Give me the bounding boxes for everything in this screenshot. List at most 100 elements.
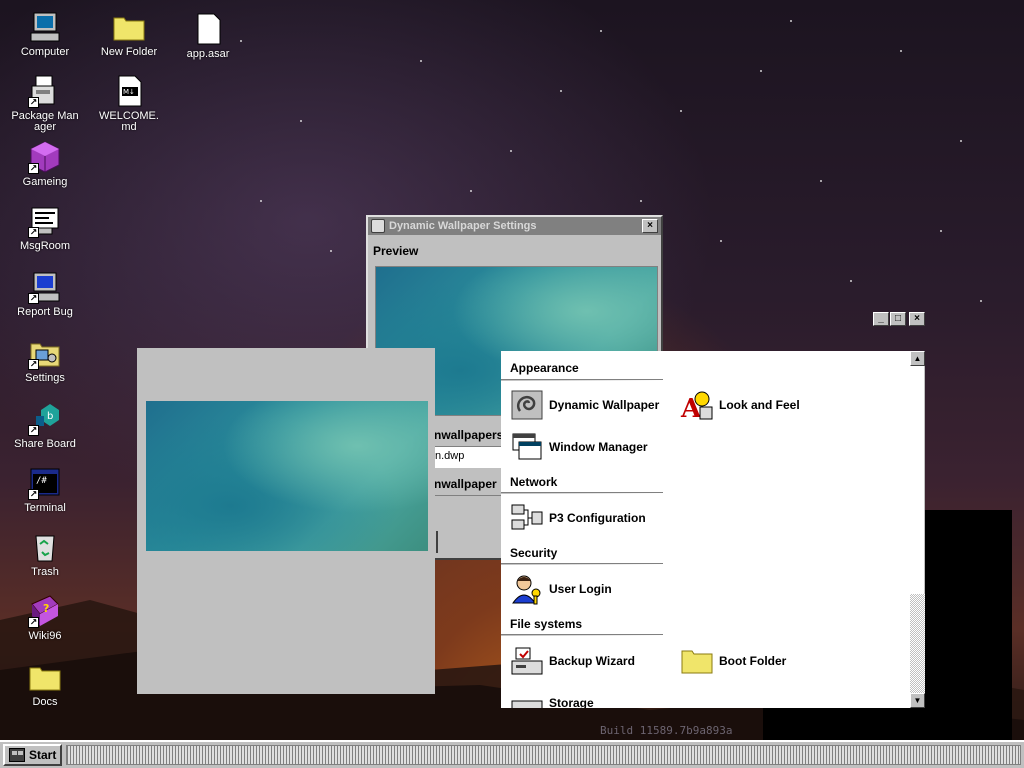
backup-wizard-icon [510,645,544,677]
close-icon: × [914,313,920,324]
terminal-prompt-glyph: /# [36,476,47,486]
markdown-file-icon: M↓ [112,74,146,108]
settings-item-look-and-feel[interactable]: A Look and Feel [680,389,800,424]
desktop-icon-label: Report Bug [17,306,73,318]
start-label: Start [29,748,57,762]
settings-item-label: Boot Folder [719,654,787,668]
file-icon [191,12,225,46]
settings-icon: ↗ [28,336,62,370]
desktop-icon-gameing[interactable]: ↗ Gameing [11,140,79,188]
settings-item-backup-wizard[interactable]: Backup Wizard [510,645,635,677]
window-title: Dynamic Wallpaper Settings [389,220,537,232]
desktop-icon-label: Terminal [24,502,66,514]
desktop-icon-app-asar[interactable]: app.asar [174,12,242,60]
desktop-icon-label: Gameing [22,176,68,188]
scroll-down-button[interactable]: ▼ [910,693,925,708]
settings-item-label: Window Manager [549,440,648,454]
start-button[interactable]: Start [3,744,63,766]
settings-item-boot-folder[interactable]: Boot Folder [680,645,786,677]
wallpaper-second-label: nwallpaper [434,477,497,491]
settings-panel[interactable]: Appearance Dynamic Wallpaper A Look and … [501,351,925,708]
msgroom-icon: ↗ [28,204,62,238]
build-watermark: Build 11589.7b9a893a [600,724,733,737]
svg-text:M↓: M↓ [123,88,135,96]
share-board-icon: b ↗ [28,402,62,436]
scroll-up-button[interactable]: ▲ [910,351,925,366]
settings-scrollbar[interactable]: ▲ ▼ [910,351,925,708]
desktop-icon-msgroom[interactable]: ↗ MsgRoom [11,204,79,252]
desktop-icon-wiki96[interactable]: ? ↗ Wiki96 [11,594,79,642]
desktop-icon-label: New Folder [100,46,158,58]
settings-item-label: Dynamic Wallpaper [549,398,660,412]
desktop-icon-docs[interactable]: Docs [11,660,79,708]
svg-text:?: ? [43,602,49,615]
wallpaper-path-input[interactable]: n.dwp [432,446,503,468]
minimize-button[interactable]: _ [873,312,889,326]
shortcut-arrow-icon: ↗ [28,359,39,370]
package-icon: ↗ [28,74,62,108]
folder-icon [680,645,714,677]
desktop-icon-share-board[interactable]: b ↗ Share Board [11,402,79,450]
close-button[interactable]: × [642,219,658,233]
shortcut-arrow-icon: ↗ [28,97,39,108]
close-icon: × [647,220,653,231]
shortcut-arrow-icon: ↗ [28,489,39,500]
maximize-button[interactable]: □ [890,312,906,326]
settings-item-user-login[interactable]: User Login [510,573,612,605]
close-button[interactable]: × [909,312,925,326]
settings-item-label: User Login [549,582,612,596]
folder-icon [112,10,146,44]
settings-item-dynamic-wallpaper[interactable]: Dynamic Wallpaper [510,389,659,421]
settings-window-controls: _ □ × [873,312,925,326]
desktop-icon-terminal[interactable]: /# ↗ Terminal [11,466,79,514]
game-cube-icon: ↗ [28,140,62,174]
wallpaper-preview-window[interactable] [137,348,435,694]
wallpaper-second-input[interactable] [432,495,503,515]
settings-item-storage[interactable]: Storage [510,687,594,708]
settings-item-window-manager[interactable]: Window Manager [510,431,648,463]
settings-item-label: Backup Wizard [549,654,635,668]
wallpaper-app-icon [371,219,385,233]
taskbar-task-area[interactable] [66,745,1021,765]
desktop-icon-new-folder[interactable]: New Folder [95,10,163,58]
maximize-icon: □ [894,313,902,324]
shortcut-arrow-icon: ↗ [28,617,39,628]
desktop-icon-package-manager[interactable]: ↗ Package Manager [11,74,79,133]
desktop-icon-label: Wiki96 [28,630,62,642]
section-divider [501,492,663,495]
desktop-icon-label: Share Board [14,438,76,450]
scroll-track[interactable] [910,594,925,693]
arrow-down-icon: ▼ [913,696,922,705]
desktop-icon-report-bug[interactable]: ↗ Report Bug [11,270,79,318]
network-icon [510,502,544,534]
section-divider [501,379,663,382]
shortcut-arrow-icon: ↗ [28,425,39,436]
window-titlebar[interactable]: Dynamic Wallpaper Settings × [368,217,661,235]
desktop-icon-welcome-md[interactable]: M↓ WELCOME.md [95,74,163,133]
storage-icon [510,687,544,708]
computer-icon [28,10,62,44]
minimize-icon: _ [878,313,884,324]
shortcut-arrow-icon: ↗ [28,293,39,304]
desktop-icon-label: Package Manager [11,110,79,133]
settings-item-p3-configuration[interactable]: P3 Configuration [510,502,646,534]
user-login-icon [510,573,544,605]
window-manager-icon [510,431,544,463]
settings-item-label: Storage [549,696,594,708]
svg-text:b: b [47,411,53,422]
scroll-thumb[interactable] [910,366,925,594]
settings-item-label: Look and Feel [719,398,800,412]
wallpaper-preview-large-image [146,401,428,551]
desktop-icon-label: Trash [31,566,59,578]
desktop-icon-computer[interactable]: Computer [11,10,79,58]
section-title-security: Security [510,546,558,560]
desktop-icon-settings[interactable]: ↗ Settings [11,336,79,384]
desktop-icon-label: MsgRoom [19,240,71,252]
shortcut-arrow-icon: ↗ [28,227,39,238]
desktop-icon-label: Docs [32,696,58,708]
start-logo-icon [9,748,25,762]
desktop-icon-trash[interactable]: Trash [11,530,79,578]
folder-icon [28,660,62,694]
arrow-up-icon: ▲ [913,354,922,363]
settings-item-label: P3 Configuration [549,511,646,525]
